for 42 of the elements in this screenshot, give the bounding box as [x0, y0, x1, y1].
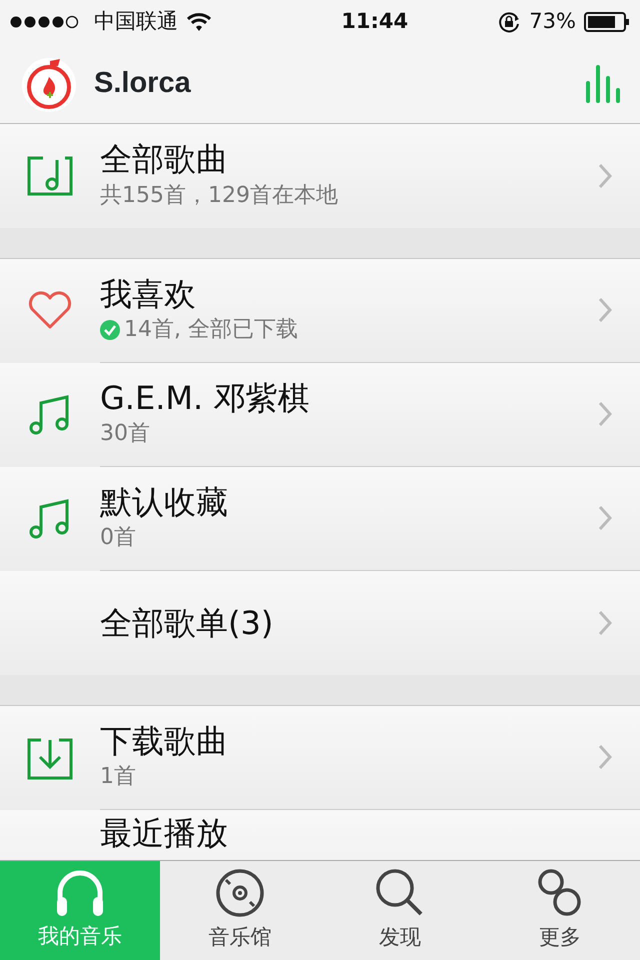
row-title: 全部歌单(3) — [100, 604, 274, 642]
row-subtitle: 共155首，129首在本地 — [100, 182, 338, 210]
username: S.lorca — [94, 66, 191, 101]
row-title: 全部歌曲 — [100, 140, 229, 179]
rotation-lock-icon — [497, 10, 522, 34]
search-icon — [375, 868, 425, 918]
battery-icon — [584, 12, 630, 32]
list-row[interactable]: G.E.M. 邓紫棋 30首 — [0, 363, 640, 467]
chevron-icon — [598, 505, 612, 532]
equalizer-icon[interactable] — [586, 64, 620, 102]
list-row[interactable]: 全部歌曲 共155首，129首在本地 — [0, 124, 640, 228]
wifi-icon — [186, 12, 212, 32]
list-row[interactable]: 我喜欢 14首, 全部已下载 — [0, 259, 640, 363]
row-subtitle: 0首 — [100, 524, 136, 552]
row-title: 我喜欢 — [100, 274, 197, 314]
tab[interactable]: 音乐馆 — [160, 861, 320, 960]
heart-icon — [27, 291, 73, 331]
list-row[interactable]: 全部歌单(3) — [0, 571, 640, 675]
chevron-icon — [598, 744, 612, 770]
row-title: 下载歌曲 — [100, 722, 229, 760]
tab[interactable]: 更多 — [480, 861, 640, 960]
chevron-icon — [598, 610, 612, 636]
row-title: G.E.M. 邓紫棋 — [100, 378, 310, 418]
download-icon — [27, 736, 73, 780]
row-subtitle: 1首 — [100, 763, 136, 792]
row-subtitle: 14首, 全部已下载 — [124, 316, 298, 344]
clock: 11:44 — [340, 8, 408, 36]
chevron-icon — [598, 401, 612, 428]
disc-icon — [215, 868, 265, 918]
carrier-name: 中国联通 — [94, 8, 178, 36]
row-title: 最近播放 — [100, 814, 229, 852]
tab[interactable]: 发现 — [320, 861, 480, 960]
list-row[interactable]: 下载歌曲 1首 — [0, 706, 640, 810]
chevron-icon — [598, 162, 612, 189]
list-row[interactable]: 默认收藏 0首 — [0, 467, 640, 571]
chevron-icon — [598, 297, 612, 324]
row-title: 默认收藏 — [100, 482, 229, 522]
row-subtitle: 30首 — [100, 420, 150, 448]
infinity-icon — [537, 868, 583, 918]
battery-percent: 73% — [529, 8, 576, 36]
headphones-icon — [54, 868, 106, 917]
music-folder-icon — [27, 156, 73, 196]
